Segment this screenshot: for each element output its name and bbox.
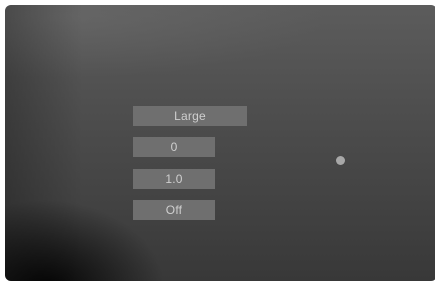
- dot-icon: [336, 156, 345, 165]
- toggle-field[interactable]: Off: [133, 200, 215, 220]
- preview-screen: Large 0 1.0 Off: [5, 5, 435, 281]
- scale-field[interactable]: 1.0: [133, 169, 215, 189]
- offset-field[interactable]: 0: [133, 137, 215, 157]
- size-selector[interactable]: Large: [133, 106, 247, 126]
